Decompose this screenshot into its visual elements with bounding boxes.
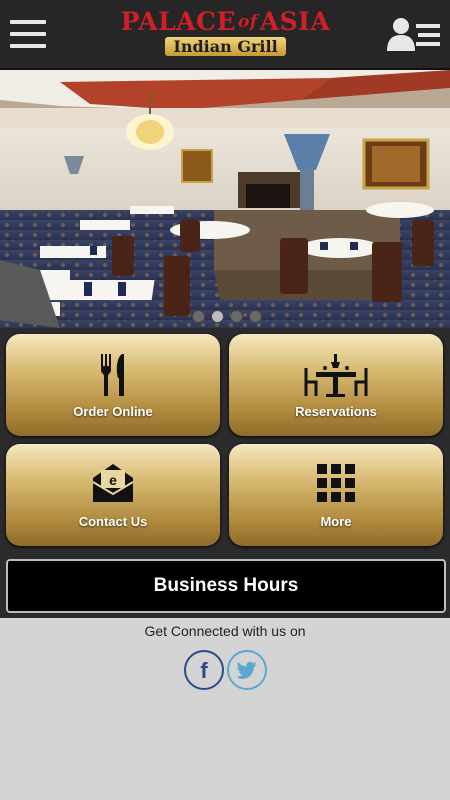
- more-label: More: [320, 514, 352, 529]
- facebook-icon[interactable]: f: [184, 650, 224, 690]
- order-online-label: Order Online: [73, 404, 153, 419]
- grid-icon: [229, 464, 443, 508]
- logo-subtitle: Indian Grill: [165, 37, 286, 56]
- logo-title-of: of: [238, 12, 258, 32]
- slider-dot-active[interactable]: [211, 310, 224, 323]
- dining-table-icon: [229, 354, 443, 398]
- slider-dot[interactable]: [230, 310, 243, 323]
- hamburger-menu-icon[interactable]: [10, 20, 46, 48]
- menu-bar: [10, 20, 46, 24]
- logo-title-asia: ASIA: [259, 7, 331, 36]
- slider-pagination: [192, 310, 262, 323]
- social-connect-title: Get Connected with us on: [144, 623, 306, 639]
- twitter-icon[interactable]: [227, 650, 267, 690]
- restaurant-logo: PALACE ofASIA Indian Grill: [98, 8, 353, 60]
- reservations-button[interactable]: Reservations: [229, 334, 443, 436]
- reservations-label: Reservations: [295, 404, 377, 419]
- restaurant-photo-slider[interactable]: [0, 70, 450, 328]
- envelope-icon: e: [6, 460, 220, 504]
- profile-menu-icon[interactable]: [386, 16, 442, 52]
- menu-bar: [10, 32, 46, 36]
- app-header: PALACE ofASIA Indian Grill: [0, 0, 450, 70]
- logo-title: PALACE ofASIA: [98, 8, 353, 36]
- logo-title-palace: PALACE: [120, 7, 237, 36]
- slider-dot[interactable]: [249, 310, 262, 323]
- restaurant-interior-image: [0, 70, 450, 328]
- slider-dot[interactable]: [192, 310, 205, 323]
- facebook-glyph: f: [200, 658, 208, 683]
- business-hours-button[interactable]: Business Hours: [6, 559, 446, 613]
- fork-knife-icon: [6, 354, 220, 398]
- more-button[interactable]: More: [229, 444, 443, 546]
- order-online-button[interactable]: Order Online: [6, 334, 220, 436]
- menu-bar: [10, 44, 46, 48]
- svg-text:e: e: [109, 472, 117, 488]
- contact-us-label: Contact Us: [78, 514, 148, 529]
- contact-us-button[interactable]: e Contact Us: [6, 444, 220, 546]
